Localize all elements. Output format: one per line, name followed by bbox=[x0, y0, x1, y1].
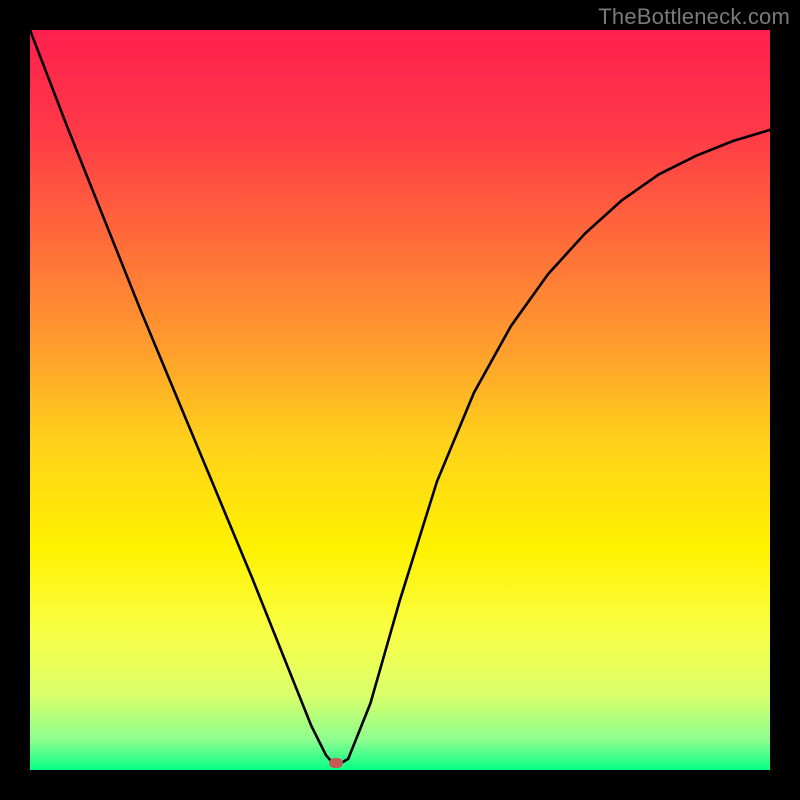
bottleneck-curve bbox=[30, 30, 770, 770]
curve-path bbox=[30, 30, 770, 766]
minimum-marker bbox=[329, 758, 343, 768]
chart-frame: TheBottleneck.com bbox=[0, 0, 800, 800]
watermark-text: TheBottleneck.com bbox=[598, 4, 790, 30]
